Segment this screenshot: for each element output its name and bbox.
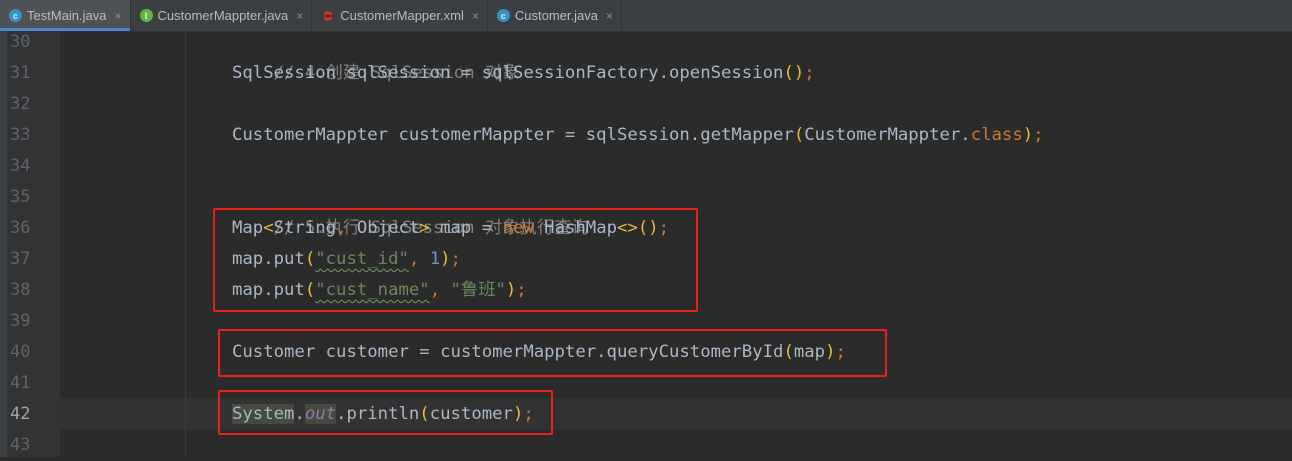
close-icon[interactable]: × (114, 9, 121, 23)
line-number: 40 (10, 342, 31, 362)
line-number: 35 (10, 187, 31, 207)
tab-label: CustomerMappter.java (157, 8, 289, 23)
code-text: CustomerMappter customerMappter = sqlSes… (232, 125, 794, 145)
line-number: 30 (10, 32, 31, 52)
line-number: 38 (10, 280, 31, 300)
class-icon: c (9, 9, 22, 22)
line-number-current: 42 (10, 404, 31, 424)
xml-icon (321, 10, 335, 22)
close-icon[interactable]: × (606, 9, 613, 23)
tab-label: TestMain.java (27, 8, 107, 23)
code-line-31[interactable]: SqlSession sqlSession = sqlSessionFactor… (232, 58, 815, 89)
indent-guide (185, 31, 186, 457)
tab-label: Customer.java (514, 8, 598, 23)
annotation-box-map (213, 208, 698, 312)
code-line-30[interactable]: // 4.创建 SqlSession 对象 (232, 27, 520, 83)
code-text: CustomerMappter. (804, 125, 971, 145)
code-line-33[interactable]: CustomerMappter customerMappter = sqlSes… (232, 120, 1044, 151)
line-number: 31 (10, 63, 31, 83)
interface-icon: I (139, 9, 153, 22)
close-icon[interactable]: × (472, 9, 479, 23)
line-number: 37 (10, 249, 31, 269)
keyword: class (970, 125, 1023, 145)
gutter-strip (0, 31, 7, 457)
editor-tab-bar: c TestMain.java × I CustomerMappter.java… (0, 0, 1292, 32)
line-number: 36 (10, 218, 31, 238)
annotation-box-print (218, 390, 553, 435)
line-number: 41 (10, 373, 31, 393)
code-text: SqlSession sqlSession = sqlSessionFactor… (232, 63, 784, 83)
code-editor[interactable]: // 4.创建 SqlSession 对象 SqlSession sqlSess… (60, 31, 1292, 457)
line-number: 43 (10, 435, 31, 455)
class-icon: c (496, 9, 510, 22)
line-number: 34 (10, 156, 31, 176)
line-number: 32 (10, 94, 31, 114)
line-number: 33 (10, 125, 31, 145)
line-number: 39 (10, 311, 31, 331)
tab-label: CustomerMapper.xml (340, 8, 464, 23)
annotation-box-query (218, 329, 887, 377)
close-icon[interactable]: × (296, 9, 303, 23)
